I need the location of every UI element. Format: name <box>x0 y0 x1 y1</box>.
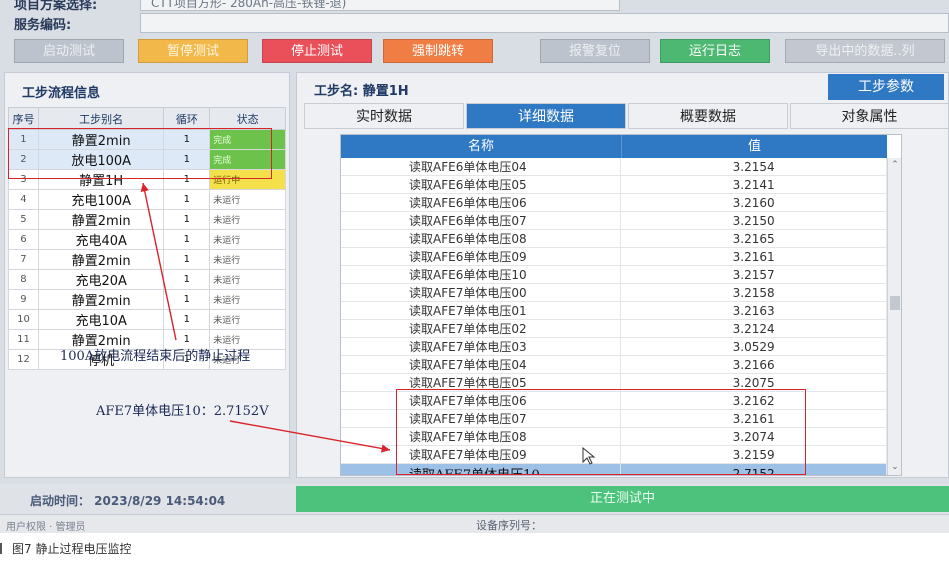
start-time-label: 启动时间： 2023/8/29 14:54:04 <box>30 494 226 508</box>
footer-serial: 设备序列号： <box>476 519 542 532</box>
annotation-arrows <box>140 182 391 453</box>
app-window: 项目方案选择: CTT项目方形- 280Ah-高压-铁锂-退) 服务编码: 启动… <box>0 0 949 533</box>
annotation-rest-process: 100A放电流程结束后的静止过程 <box>60 349 251 364</box>
mouse-cursor-icon <box>582 447 596 465</box>
caption-bar <box>0 543 2 554</box>
footer-bar: 用户权限 · 管理员 设备序列号： <box>0 514 949 533</box>
status-bar: 启动时间： 2023/8/29 14:54:04 正在测试中 <box>0 484 949 514</box>
testing-status-badge: 正在测试中 <box>296 486 949 512</box>
caption-text: 图7 静止过程电压监控 <box>12 542 132 556</box>
figure-caption: 图7 静止过程电压监控 <box>0 540 131 557</box>
annotation-afe7-voltage: AFE7单体电压10：2.7152V <box>96 404 269 419</box>
arrow-to-value <box>229 420 391 453</box>
footer-user: 用户权限 · 管理员 <box>6 522 86 533</box>
arrow-to-steps <box>140 182 177 341</box>
